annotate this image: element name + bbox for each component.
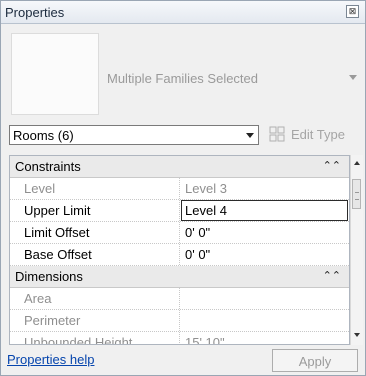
property-value: Level 4: [185, 203, 227, 218]
chevron-down-icon[interactable]: [246, 133, 254, 138]
title-bar: Properties ⊠: [1, 1, 365, 24]
property-row-perimeter[interactable]: Perimeter: [10, 310, 349, 332]
property-name: Level: [24, 181, 56, 196]
property-name: Unbounded Height: [24, 335, 133, 345]
type-selector-text: Multiple Families Selected: [107, 71, 259, 86]
selection-filter-row: Rooms (6) Edit Type: [9, 125, 359, 147]
edit-type-button[interactable]: Edit Type: [269, 126, 359, 145]
property-row-area[interactable]: Area: [10, 288, 349, 310]
property-value: Level 3: [185, 181, 227, 196]
property-row-upper-limit[interactable]: Upper Limit Level 4: [10, 200, 349, 222]
property-name: Area: [24, 291, 52, 306]
apply-button[interactable]: Apply: [272, 349, 358, 372]
grip-icon: [355, 192, 359, 200]
selection-filter-value: Rooms (6): [13, 128, 74, 143]
collapse-icon[interactable]: ⌃⌃: [323, 269, 341, 282]
type-selector[interactable]: Multiple Families Selected: [9, 29, 359, 115]
property-name: Perimeter: [24, 313, 81, 328]
group-header-dimensions[interactable]: Dimensions ⌃⌃: [10, 266, 349, 288]
upper-limit-field[interactable]: Level 4: [181, 200, 348, 221]
scrollbar-thumb[interactable]: [352, 179, 361, 209]
properties-grid: Constraints ⌃⌃ Level Level 3 Upper Limit…: [9, 155, 350, 345]
scroll-down-icon[interactable]: [354, 333, 360, 337]
properties-help-link[interactable]: Properties help: [7, 352, 94, 367]
close-icon[interactable]: ⊠: [346, 5, 359, 18]
palette-title: Properties: [5, 5, 65, 20]
scroll-up-icon[interactable]: [354, 161, 360, 165]
group-header-constraints[interactable]: Constraints ⌃⌃: [10, 156, 349, 178]
property-name: Upper Limit: [24, 203, 91, 218]
group-label: Constraints: [15, 159, 81, 174]
property-row-unbounded-height[interactable]: Unbounded Height 15' 10": [10, 332, 349, 345]
property-name: Base Offset: [24, 247, 92, 262]
group-label: Dimensions: [15, 269, 83, 284]
properties-scrollbar[interactable]: [350, 155, 363, 345]
property-row-level[interactable]: Level Level 3: [10, 178, 349, 200]
palette-footer: Properties help Apply: [1, 345, 365, 375]
type-preview-thumbnail: [11, 33, 99, 115]
property-name: Limit Offset: [24, 225, 90, 240]
property-row-base-offset[interactable]: Base Offset 0' 0": [10, 244, 349, 266]
property-row-limit-offset[interactable]: Limit Offset 0' 0": [10, 222, 349, 244]
selection-filter-dropdown[interactable]: Rooms (6): [9, 125, 259, 145]
property-value: 0' 0": [185, 225, 211, 240]
edit-type-icon: [269, 126, 285, 142]
properties-palette: Properties ⊠ Multiple Families Selected …: [0, 0, 366, 376]
property-value: 0' 0": [185, 247, 211, 262]
collapse-icon[interactable]: ⌃⌃: [323, 159, 341, 172]
property-value: 15' 10": [185, 335, 225, 345]
edit-type-label: Edit Type: [291, 127, 345, 142]
chevron-down-icon[interactable]: [349, 75, 357, 80]
